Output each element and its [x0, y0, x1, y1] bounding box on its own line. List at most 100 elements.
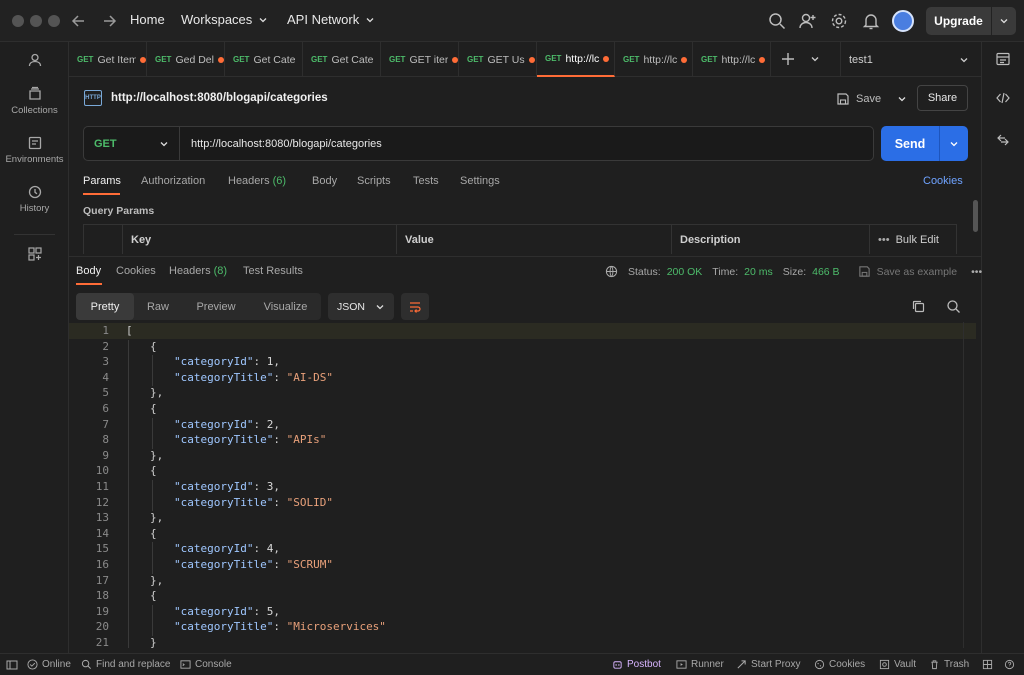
request-tab[interactable]: GET Get Item — [69, 42, 147, 77]
response-body-editor[interactable]: 1[2{3 "categoryId": 1, 4 "categoryTitle": "… — [69, 322, 976, 648]
send-button[interactable]: Send — [881, 126, 968, 161]
request-tab[interactable]: GET GET iter — [381, 42, 459, 77]
postbot-button[interactable]: Postbot — [612, 659, 661, 670]
response-tab-cookies[interactable]: Cookies — [116, 265, 156, 277]
close-window-button[interactable] — [12, 15, 24, 27]
toggle-sidebar-icon[interactable] — [6, 659, 18, 671]
tab-settings[interactable]: Settings — [460, 175, 500, 187]
find-replace-button[interactable]: Find and replace — [81, 659, 171, 670]
request-tab[interactable]: GET http://lc — [693, 42, 771, 77]
trash-button[interactable]: Trash — [929, 659, 969, 670]
copy-icon[interactable] — [911, 299, 926, 314]
workspaces-menu[interactable]: Workspaces — [181, 12, 268, 27]
cookie-icon — [814, 659, 825, 670]
maximize-window-button[interactable] — [48, 15, 60, 27]
chevron-down-icon[interactable] — [897, 94, 907, 104]
tab-overflow-chevron-down-icon[interactable] — [810, 54, 820, 64]
start-proxy-button[interactable]: Start Proxy — [736, 659, 800, 670]
forward-arrow-icon[interactable] — [99, 11, 119, 31]
tab-authorization[interactable]: Authorization — [141, 175, 205, 187]
layout-grid-icon[interactable] — [982, 659, 993, 670]
new-tab-plus-icon[interactable] — [779, 50, 797, 68]
status-value[interactable]: 200 OK — [667, 266, 703, 278]
checkbox-column-header — [84, 225, 123, 254]
api-network-menu[interactable]: API Network — [287, 12, 375, 27]
response-tab-body[interactable]: Body — [76, 265, 101, 277]
search-icon — [81, 659, 91, 669]
line-number: 3 — [102, 355, 109, 369]
online-status[interactable]: Online — [27, 659, 71, 670]
globe-icon[interactable] — [605, 265, 618, 278]
environment-select[interactable]: test1 — [840, 42, 980, 77]
view-pretty[interactable]: Pretty — [76, 293, 134, 320]
console-button[interactable]: Console — [180, 659, 232, 670]
bulk-edit-button[interactable]: ••• Bulk Edit — [870, 225, 956, 254]
chevron-down-icon[interactable] — [992, 16, 1016, 26]
environment-quick-look-icon[interactable] — [995, 51, 1011, 67]
title-bar: Home Workspaces API Network Upgrade — [0, 0, 1024, 42]
vault-button[interactable]: Vault — [879, 659, 916, 670]
response-tab-test-results[interactable]: Test Results — [243, 265, 303, 277]
request-tab[interactable]: GET Ged Del — [147, 42, 225, 77]
tab-scripts[interactable]: Scripts — [357, 175, 391, 187]
related-collections-icon[interactable] — [995, 132, 1011, 148]
sidebar-item-collections[interactable]: Collections — [0, 86, 69, 116]
upgrade-button[interactable]: Upgrade — [926, 7, 1016, 35]
view-preview[interactable]: Preview — [182, 293, 250, 320]
line-number: 12 — [95, 495, 109, 509]
invite-user-icon[interactable] — [798, 11, 818, 31]
code-text: }, — [150, 385, 163, 401]
sidebar-item-account[interactable] — [0, 52, 69, 68]
tab-body[interactable]: Body — [312, 175, 337, 187]
cookies-link[interactable]: Cookies — [923, 175, 963, 187]
time-value[interactable]: 20 ms — [744, 266, 773, 278]
code-snippet-icon[interactable] — [995, 90, 1011, 106]
tab-headers[interactable]: Headers (6) — [228, 175, 286, 187]
view-raw[interactable]: Raw — [134, 293, 182, 320]
code-text: }, — [150, 573, 163, 589]
request-tab-active[interactable]: GET http://lc — [537, 42, 615, 77]
share-button[interactable]: Share — [917, 85, 968, 111]
save-as-example-button[interactable]: Save as example — [877, 266, 958, 278]
editor-scrollbar[interactable] — [963, 322, 975, 648]
url-input[interactable]: http://localhost:8080/blogapi/categories — [180, 138, 382, 150]
response-tab-headers[interactable]: Headers (8) — [169, 265, 227, 277]
tab-method: GET — [545, 54, 562, 63]
save-button[interactable]: Save — [836, 88, 907, 110]
help-icon[interactable] — [1004, 659, 1015, 670]
method-select[interactable]: GET — [84, 127, 180, 160]
settings-gear-icon[interactable] — [829, 11, 849, 31]
format-select[interactable]: JSON — [328, 293, 394, 320]
tab-title: Get Cate — [253, 53, 296, 66]
pane-divider[interactable] — [69, 256, 981, 257]
sidebar-item-add-workspace[interactable] — [0, 246, 69, 262]
tab-method: GET — [389, 55, 406, 64]
send-options-chevron-down-icon[interactable] — [940, 139, 968, 149]
request-tab[interactable]: GET GET Us — [459, 42, 537, 77]
sidebar-item-history[interactable]: History — [0, 184, 69, 214]
runner-button[interactable]: Runner — [676, 659, 724, 670]
minimize-window-button[interactable] — [30, 15, 42, 27]
back-arrow-icon[interactable] — [69, 11, 89, 31]
sidebar-item-environments[interactable]: Environments — [0, 135, 69, 165]
cookies-button[interactable]: Cookies — [814, 659, 865, 670]
view-visualize[interactable]: Visualize — [250, 293, 321, 320]
search-response-icon[interactable] — [946, 299, 961, 314]
request-scrollbar[interactable] — [973, 200, 978, 232]
tab-tests[interactable]: Tests — [413, 175, 439, 187]
search-icon[interactable] — [767, 11, 787, 31]
request-tab[interactable]: GET Get Cate — [225, 42, 303, 77]
wrap-lines-icon[interactable] — [401, 293, 429, 320]
tab-title: http://lc — [565, 52, 600, 65]
size-value[interactable]: 466 B — [812, 266, 839, 278]
indent-guide — [152, 355, 153, 387]
more-options-icon[interactable]: ••• — [971, 266, 982, 278]
tab-params[interactable]: Params — [83, 175, 121, 187]
avatar[interactable] — [892, 10, 914, 32]
home-link[interactable]: Home — [130, 12, 165, 27]
request-name[interactable]: http://localhost:8080/blogapi/categories — [111, 92, 328, 104]
notifications-bell-icon[interactable] — [861, 11, 881, 31]
request-tab[interactable]: GET http://lc — [615, 42, 693, 77]
request-tab[interactable]: GET Get Cate — [303, 42, 381, 77]
code-token: : — [273, 558, 287, 571]
